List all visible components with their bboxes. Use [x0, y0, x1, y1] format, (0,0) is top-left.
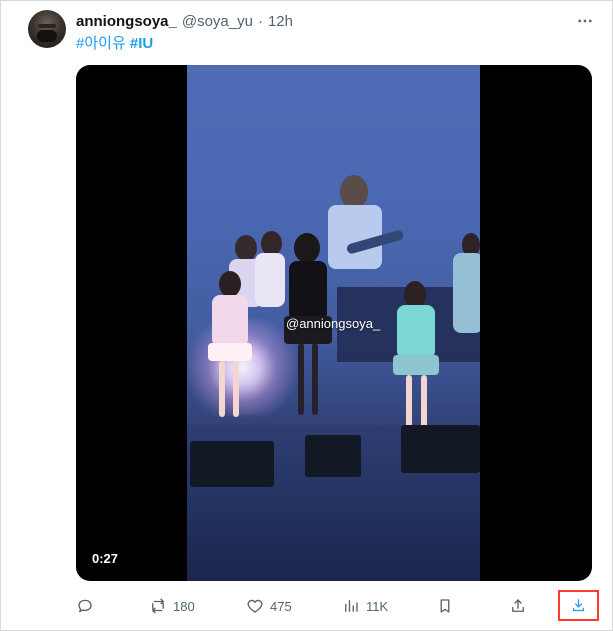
singer-leg [312, 343, 318, 415]
video-watermark: @anniongsoya_ [286, 316, 381, 331]
author-handle[interactable]: @soya_yu [182, 13, 253, 30]
dancer-skirt [208, 343, 252, 361]
meta-separator: · [257, 12, 263, 30]
view-count: 11K [366, 598, 389, 614]
avatar-face-detail [38, 24, 56, 28]
reply-icon [78, 599, 92, 613]
video-player[interactable]: @anniongsoya_ 0:27 [76, 65, 592, 581]
retweet-button[interactable]: 180 [149, 592, 195, 620]
dancer-head [404, 281, 426, 308]
bookmark-button[interactable] [436, 592, 454, 620]
more-icon [578, 19, 592, 23]
dancer-leg [421, 375, 427, 430]
dancer-top [212, 295, 248, 347]
singer-head [294, 233, 320, 263]
video-duration: 0:27 [86, 548, 125, 570]
dancer-outfit [453, 253, 480, 333]
author-display-name[interactable]: anniongsoya_ [76, 13, 177, 30]
dancer-skirt [393, 355, 439, 375]
download-icon [572, 599, 585, 612]
avatar-mask [37, 30, 57, 42]
author-avatar[interactable] [28, 10, 66, 48]
tweet-time[interactable]: 12h [268, 13, 293, 30]
like-count: 475 [270, 598, 292, 614]
dancer-right [391, 281, 441, 431]
reply-button[interactable] [76, 592, 94, 620]
tweet-card: anniongsoya_ @soya_yu · 12h #아이유 #IU @an… [0, 0, 613, 631]
dancer-leg [219, 361, 225, 417]
hashtag-iu-korean[interactable]: #아이유 [76, 35, 126, 52]
retweet-count: 180 [173, 598, 195, 614]
dancer-left [205, 271, 255, 421]
download-button[interactable] [558, 590, 599, 621]
dancer-far-right [450, 233, 480, 403]
tweet-hashtags: #아이유 #IU [76, 32, 153, 53]
tweet-actions: 180 475 11K [1, 590, 613, 621]
dancer-head [219, 271, 241, 297]
more-button[interactable] [573, 9, 597, 33]
retweet-icon [152, 598, 164, 614]
tweet-header: anniongsoya_ @soya_yu · 12h [76, 11, 293, 31]
heart-icon [247, 599, 263, 613]
like-button[interactable]: 475 [246, 592, 292, 620]
stage-speaker [305, 435, 361, 477]
bookmark-icon [440, 599, 450, 613]
singer-top [289, 261, 327, 321]
share-button[interactable] [509, 592, 527, 620]
guitarist-head [340, 175, 368, 209]
hashtag-iu[interactable]: #IU [130, 35, 153, 52]
dancer-leg [233, 361, 239, 417]
stage-speaker [401, 425, 480, 473]
video-frame[interactable]: @anniongsoya_ [187, 65, 480, 581]
views-button[interactable]: 11K [342, 592, 388, 620]
views-icon [345, 600, 358, 612]
dancer-leg [406, 375, 412, 430]
dancer-top [397, 305, 435, 359]
stage-speaker [190, 441, 274, 487]
share-icon [512, 599, 524, 612]
singer-leg [298, 343, 304, 415]
